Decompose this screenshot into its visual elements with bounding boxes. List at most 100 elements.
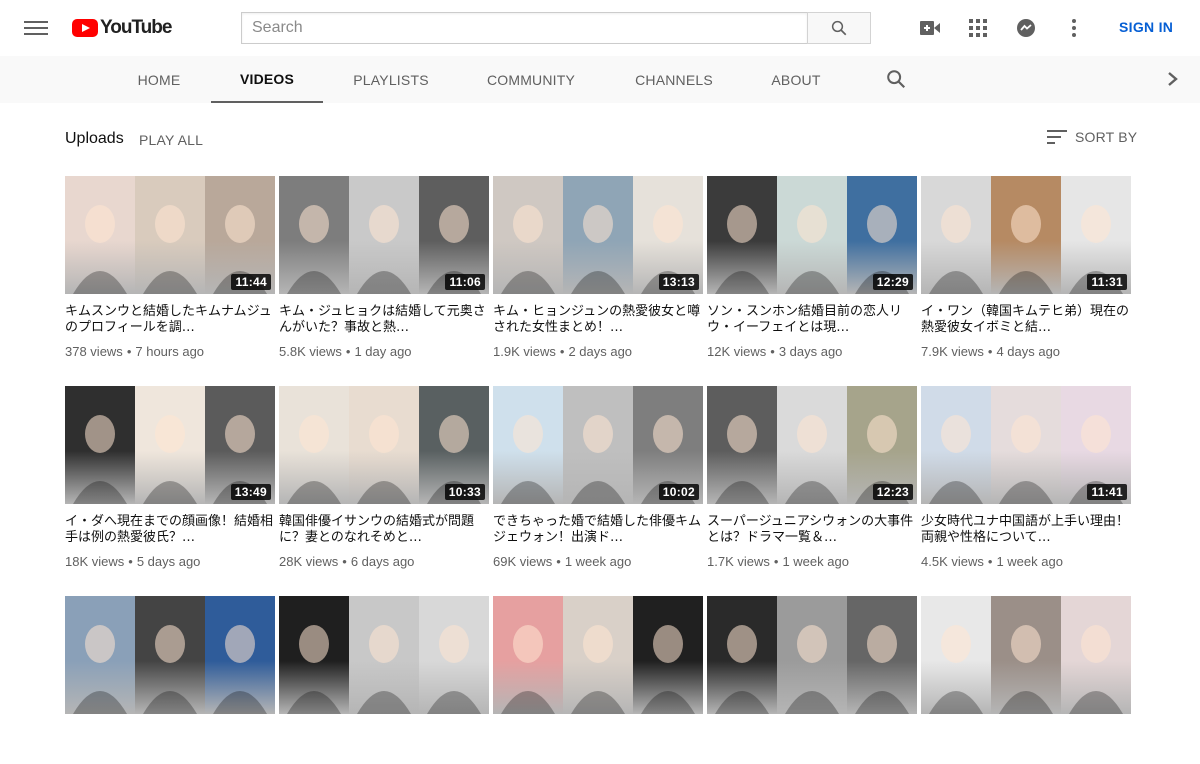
video-card[interactable] <box>921 596 1131 764</box>
video-meta: 28K views • 6 days ago <box>279 554 489 569</box>
video-card[interactable]: 10:33 韓国俳優イサンウの結婚式が問題に？妻とのなれそめと… 28K views… <box>279 386 489 569</box>
video-thumbnail[interactable]: 11:06 <box>279 176 489 294</box>
video-meta: 18K views • 5 days ago <box>65 554 275 569</box>
video-meta: 1.7K views • 1 week ago <box>707 554 917 569</box>
meta-separator: • <box>128 554 133 569</box>
video-title[interactable]: キムスンウと結婚したキムナムジュのプロフィールを調… <box>65 304 275 336</box>
video-duration: 10:02 <box>658 484 699 500</box>
video-title[interactable] <box>493 724 703 756</box>
masthead-actions <box>918 16 1110 40</box>
masthead: YouTube Search SIGN IN <box>0 0 1200 56</box>
channel-tabs: HOME VIDEOS PLAYLISTS COMMUNITY CHANNELS… <box>0 56 1200 103</box>
tab-home[interactable]: HOME <box>115 56 203 103</box>
thumbnail-photo <box>991 386 1061 504</box>
video-title[interactable] <box>707 724 917 756</box>
video-thumbnail[interactable]: 10:02 <box>493 386 703 504</box>
video-card[interactable]: 13:13 キム・ヒョンジュンの熱愛彼女と噂された女性まとめ！… 1.9K view… <box>493 176 703 359</box>
video-title[interactable]: キム・ジュヒョクは結婚して元奥さんがいた？事故と熱… <box>279 304 489 336</box>
video-thumbnail[interactable]: 10:33 <box>279 386 489 504</box>
create-video-icon[interactable] <box>918 16 942 40</box>
tab-community[interactable]: COMMUNITY <box>470 56 592 103</box>
video-title[interactable] <box>65 724 275 756</box>
tab-channels[interactable]: CHANNELS <box>620 56 728 103</box>
video-thumbnail[interactable] <box>921 596 1131 714</box>
video-title[interactable] <box>279 724 489 756</box>
thumbnail-photo <box>921 596 991 714</box>
video-title[interactable]: 韓国俳優イサンウの結婚式が問題に？妻とのなれそめと… <box>279 514 489 546</box>
video-card[interactable]: 11:44 キムスンウと結婚したキムナムジュのプロフィールを調… 378 views… <box>65 176 275 359</box>
video-thumbnail[interactable] <box>65 596 275 714</box>
video-thumbnail[interactable]: 11:31 <box>921 176 1131 294</box>
thumbnail-photo <box>135 176 205 294</box>
video-thumbnail[interactable] <box>493 596 703 714</box>
video-meta: 12K views • 3 days ago <box>707 344 917 359</box>
upload-age: 7 hours ago <box>135 344 205 359</box>
sort-by-button[interactable]: SORT BY <box>1047 129 1137 145</box>
view-count: 4.5K views <box>921 554 984 569</box>
tab-about[interactable]: ABOUT <box>752 56 840 103</box>
channel-search-icon[interactable] <box>885 68 907 90</box>
more-icon[interactable] <box>1062 16 1086 40</box>
video-card[interactable]: 11:06 キム・ジュヒョクは結婚して元奥さんがいた？事故と熱… 5.8K view… <box>279 176 489 359</box>
video-thumbnail[interactable]: 13:49 <box>65 386 275 504</box>
sign-in-button[interactable]: SIGN IN <box>1119 19 1173 35</box>
youtube-play-icon <box>72 19 98 37</box>
video-card[interactable] <box>279 596 489 764</box>
youtube-logo[interactable]: YouTube <box>72 16 172 40</box>
video-card[interactable]: 12:23 スーパージュニアシウォンの大事件とは？ドラマ一覧＆… 1.7K view… <box>707 386 917 569</box>
video-card[interactable]: 11:31 イ・ワン（韓国キムテヒ弟）現在の熱愛彼女イボミと結… 7.9K view… <box>921 176 1131 359</box>
section-title: Uploads <box>65 130 124 147</box>
upload-age: 6 days ago <box>350 554 415 569</box>
video-title[interactable]: イ・ダへ現在までの顔画像！結婚相手は例の熱愛彼氏？… <box>65 514 275 546</box>
video-card[interactable]: 10:02 できちゃった婚で結婚した俳優キムジェウォン！出演ド… 69K views… <box>493 386 703 569</box>
video-title[interactable]: 少女時代ユナ中国語が上手い理由！両親や性格について… <box>921 514 1131 546</box>
video-thumbnail[interactable]: 12:29 <box>707 176 917 294</box>
video-duration: 11:44 <box>231 274 271 290</box>
video-thumbnail[interactable] <box>279 596 489 714</box>
video-meta: 5.8K views • 1 day ago <box>279 344 489 359</box>
thumbnail-photo <box>493 386 563 504</box>
thumbnail-photo <box>135 596 205 714</box>
meta-separator: • <box>770 344 775 359</box>
thumbnail-photo <box>563 596 633 714</box>
video-card[interactable]: 12:29 ソン・スンホン結婚目前の恋人リウ・イーフェイとは現… 12K views… <box>707 176 917 359</box>
search-button[interactable] <box>807 12 871 44</box>
meta-separator: • <box>345 344 351 359</box>
upload-age: 3 days ago <box>778 344 843 359</box>
apps-icon[interactable] <box>966 16 990 40</box>
video-title[interactable]: イ・ワン（韓国キムテヒ弟）現在の熱愛彼女イボミと結… <box>921 304 1131 336</box>
chevron-right-icon[interactable] <box>1163 68 1183 90</box>
video-card[interactable] <box>65 596 275 764</box>
video-title[interactable] <box>921 724 1131 756</box>
video-thumbnail[interactable]: 11:41 <box>921 386 1131 504</box>
view-count: 28K views <box>279 554 339 569</box>
video-title[interactable]: スーパージュニアシウォンの大事件とは？ドラマ一覧＆… <box>707 514 917 546</box>
play-all-button[interactable]: PLAY ALL <box>139 132 203 148</box>
video-card[interactable] <box>493 596 703 764</box>
menu-icon[interactable] <box>24 18 48 38</box>
messages-icon[interactable] <box>1014 16 1038 40</box>
upload-age: 5 days ago <box>136 554 201 569</box>
video-thumbnail[interactable]: 12:23 <box>707 386 917 504</box>
meta-separator: • <box>342 554 347 569</box>
video-thumbnail[interactable] <box>707 596 917 714</box>
thumbnail-photo <box>349 386 419 504</box>
video-thumbnail[interactable]: 13:13 <box>493 176 703 294</box>
thumbnail-photo <box>279 386 349 504</box>
video-title[interactable]: キム・ヒョンジュンの熱愛彼女と噂された女性まとめ！… <box>493 304 703 336</box>
video-thumbnail[interactable]: 11:44 <box>65 176 275 294</box>
video-card[interactable]: 11:41 少女時代ユナ中国語が上手い理由！両親や性格について… 4.5K view… <box>921 386 1131 569</box>
video-duration: 12:23 <box>872 484 913 500</box>
video-title[interactable]: ソン・スンホン結婚目前の恋人リウ・イーフェイとは現… <box>707 304 917 336</box>
thumbnail-photo <box>707 596 777 714</box>
tab-playlists[interactable]: PLAYLISTS <box>335 56 447 103</box>
view-count: 12K views <box>707 344 767 359</box>
search-input[interactable] <box>241 12 807 44</box>
view-count: 1.7K views <box>707 554 770 569</box>
tab-videos[interactable]: VIDEOS <box>211 56 323 103</box>
meta-separator: • <box>773 554 779 569</box>
video-card[interactable]: 13:49 イ・ダへ現在までの顔画像！結婚相手は例の熱愛彼氏？… 18K views… <box>65 386 275 569</box>
video-meta: 1.9K views • 2 days ago <box>493 344 703 359</box>
video-title[interactable]: できちゃった婚で結婚した俳優キムジェウォン！出演ド… <box>493 514 703 546</box>
video-card[interactable] <box>707 596 917 764</box>
